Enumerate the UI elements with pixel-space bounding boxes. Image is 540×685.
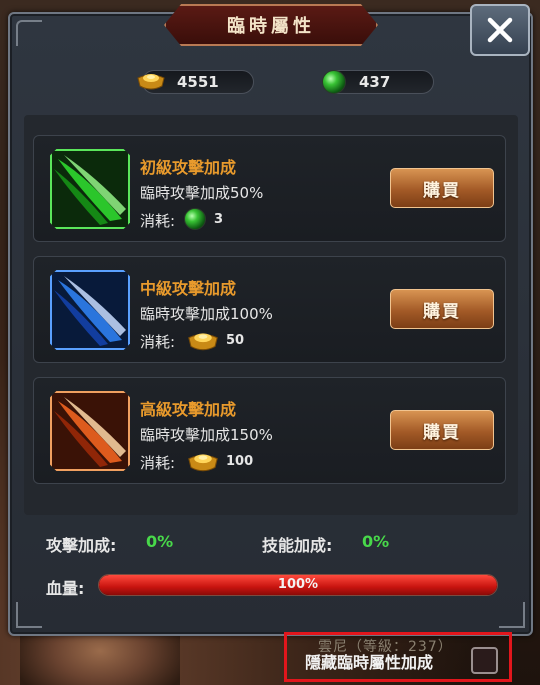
hide-temp-attributes-checkbox[interactable]: [471, 647, 498, 674]
corner-ornament: [16, 20, 42, 46]
item-cost-label: 消耗:: [140, 454, 176, 472]
item-description: 臨時攻擊加成150%: [140, 426, 273, 444]
item-name: 高級攻擊加成: [140, 400, 237, 419]
item-cost-label: 消耗:: [140, 212, 176, 230]
buy-button[interactable]: 購買: [390, 168, 494, 208]
attack-bonus-value: 0%: [146, 532, 174, 551]
close-button[interactable]: [470, 4, 530, 56]
item-name: 初級攻擊加成: [140, 158, 237, 177]
list-item-advanced-attack: 高級攻擊加成 臨時攻擊加成150% 消耗: 100 購買: [33, 377, 506, 484]
green-slash-icon: [50, 149, 130, 229]
list-item-intermediate-attack: 中級攻擊加成 臨時攻擊加成100% 消耗: 50 購買: [33, 256, 506, 363]
skill-bonus-label: 技能加成:: [262, 536, 333, 555]
attack-bonus-label: 攻擊加成:: [46, 536, 117, 555]
blue-slash-icon: [50, 270, 130, 350]
corner-ornament: [499, 602, 525, 628]
item-cost-label: 消耗:: [140, 333, 176, 351]
gold-balance-value: 4551: [177, 73, 219, 91]
list-item-basic-attack: 初級攻擊加成 臨時攻擊加成50% 消耗: 3 購買: [33, 135, 506, 242]
dialog-title-plate: 臨時屬性: [164, 4, 378, 46]
item-cost-value: 50: [226, 333, 245, 348]
close-icon: [487, 17, 513, 43]
gold-ingot-icon: [188, 454, 218, 472]
item-description: 臨時攻擊加成100%: [140, 305, 273, 323]
corner-ornament: [16, 602, 42, 628]
green-gem-icon: [184, 208, 206, 230]
item-cost-value: 100: [226, 454, 254, 469]
buy-button[interactable]: 購買: [390, 289, 494, 329]
dialog-title: 臨時屬性: [227, 16, 315, 37]
gold-ingot-icon: [137, 74, 165, 90]
item-name: 中級攻擊加成: [140, 279, 237, 298]
hp-bar: 100%: [98, 574, 498, 596]
item-cost-value: 3: [214, 212, 224, 227]
buy-button[interactable]: 購買: [390, 410, 494, 450]
hp-label: 血量:: [46, 579, 85, 598]
green-gem-icon: [322, 70, 346, 94]
hide-temp-attributes-label: 隱藏臨時屬性加成: [305, 653, 434, 672]
gold-ingot-icon: [188, 333, 218, 351]
hide-temp-attributes-option: 隱藏臨時屬性加成: [284, 632, 512, 682]
orange-slash-icon: [50, 391, 130, 471]
hp-bar-text: 100%: [277, 577, 319, 592]
gem-balance-value: 437: [359, 73, 391, 91]
item-description: 臨時攻擊加成50%: [140, 184, 264, 202]
skill-bonus-value: 0%: [362, 532, 390, 551]
